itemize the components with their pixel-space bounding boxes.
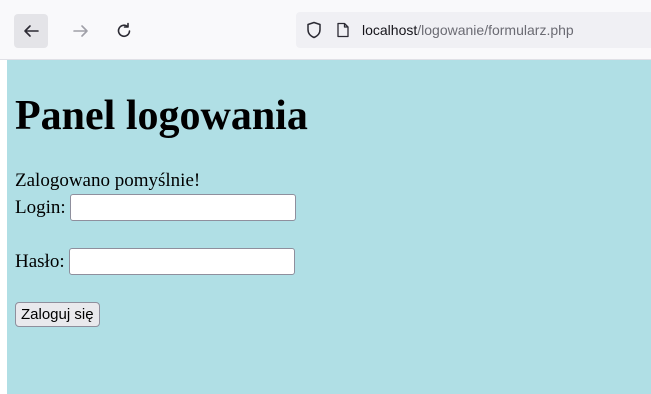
reload-icon [117, 22, 131, 37]
login-label: Login: [15, 196, 66, 218]
url-host: localhost [362, 22, 418, 38]
login-success-message: Zalogowano pomyślnie! [15, 170, 201, 191]
back-button[interactable] [14, 14, 48, 48]
reload-button[interactable] [107, 14, 141, 48]
browser-toolbar: localhost/logowanie/formularz.php [0, 0, 651, 60]
login-row: Login: [15, 194, 643, 221]
page-content: Panel logowania Zalogowano pomyślnie! Lo… [7, 60, 651, 394]
forward-button[interactable] [64, 14, 98, 48]
arrow-left-icon [24, 25, 39, 37]
url-bar[interactable]: localhost/logowanie/formularz.php [296, 12, 651, 48]
url-text[interactable]: localhost/logowanie/formularz.php [362, 22, 574, 38]
arrow-right-icon [73, 25, 88, 37]
password-label: Hasło: [15, 250, 65, 272]
shield-icon[interactable] [306, 21, 322, 39]
login-button[interactable]: Zaloguj się [15, 302, 100, 327]
page-title: Panel logowania [15, 93, 308, 139]
password-input[interactable] [68, 248, 295, 275]
password-row: Hasło: [15, 248, 643, 275]
url-path: /logowanie/formularz.php [417, 22, 574, 38]
page-icon[interactable] [336, 22, 350, 38]
login-input[interactable] [69, 194, 296, 221]
